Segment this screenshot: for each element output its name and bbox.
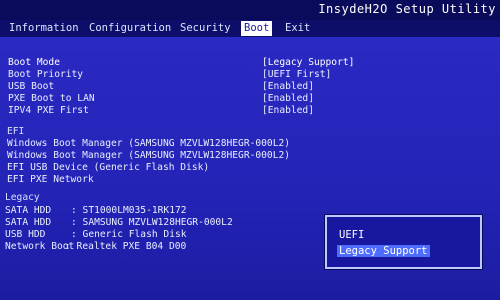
efi-boot-item[interactable]: EFI USB Device (Generic Flash Disk) <box>7 162 209 174</box>
setting-value[interactable]: [Enabled] <box>262 93 314 105</box>
setting-value[interactable]: [Enabled] <box>262 81 314 93</box>
setting-label: USB Boot <box>8 81 55 92</box>
legacy-device-type: Network Boot <box>5 241 75 252</box>
boot-mode-popup[interactable]: UEFI Legacy Support <box>325 215 482 269</box>
legacy-device-type: SATA HDD <box>5 205 52 216</box>
popup-option-uefi[interactable]: UEFI <box>337 229 366 241</box>
popup-option-legacy-support[interactable]: Legacy Support <box>337 245 430 257</box>
title-bar: InsydeH2O Setup Utility <box>0 0 500 20</box>
efi-boot-item[interactable]: Windows Boot Manager (SAMSUNG MZVLW128HE… <box>7 150 290 162</box>
efi-boot-item[interactable]: EFI PXE Network <box>7 174 94 186</box>
legacy-device-name: : Realtek PXE B04 D00 <box>65 241 187 252</box>
legacy-boot-item[interactable]: Network Boot : Realtek PXE B04 D00 <box>5 241 305 253</box>
setting-label: Boot Mode <box>8 57 60 68</box>
setting-value[interactable]: [Enabled] <box>262 105 314 117</box>
vendor-title: InsydeH2O Setup Utility <box>318 2 496 16</box>
legacy-boot-item[interactable]: USB HDD : Generic Flash Disk <box>5 229 305 241</box>
legacy-device-name: : Generic Flash Disk <box>71 229 187 240</box>
legacy-device-name: : ST1000LM035-1RK172 <box>71 205 187 216</box>
setting-label: Boot Priority <box>8 69 84 80</box>
setting-label: PXE Boot to LAN <box>8 93 95 104</box>
bios-screen: InsydeH2O Setup Utility Information Conf… <box>0 0 500 300</box>
setting-value[interactable]: [UEFI First] <box>262 69 331 81</box>
legacy-device-name: : SAMSUNG MZVLW128HEGR-000L2 <box>71 217 233 228</box>
setting-usb-boot[interactable]: USB Boot [Enabled] <box>8 81 488 93</box>
legacy-device-type: USB HDD <box>5 229 46 240</box>
legacy-heading: Legacy <box>5 192 40 203</box>
tab-security[interactable]: Security <box>177 21 234 36</box>
legacy-boot-item[interactable]: SATA HDD : ST1000LM035-1RK172 <box>5 205 305 217</box>
legacy-device-type: SATA HDD <box>5 217 52 228</box>
menu-bar: Information Configuration Security Boot … <box>0 20 500 37</box>
setting-boot-mode[interactable]: Boot Mode [Legacy Support] <box>8 57 488 69</box>
tab-configuration[interactable]: Configuration <box>86 21 174 36</box>
setting-boot-priority[interactable]: Boot Priority [UEFI First] <box>8 69 488 81</box>
setting-pxe-boot-lan[interactable]: PXE Boot to LAN [Enabled] <box>8 93 488 105</box>
legacy-boot-item[interactable]: SATA HDD : SAMSUNG MZVLW128HEGR-000L2 <box>5 217 305 229</box>
setting-label: IPV4 PXE First <box>8 105 89 116</box>
tab-boot[interactable]: Boot <box>241 21 273 36</box>
tab-information[interactable]: Information <box>6 21 82 36</box>
efi-boot-item[interactable]: Windows Boot Manager (SAMSUNG MZVLW128HE… <box>7 138 290 150</box>
efi-heading: EFI <box>7 126 25 137</box>
tab-exit[interactable]: Exit <box>282 21 313 36</box>
setting-ipv4-pxe-first[interactable]: IPV4 PXE First [Enabled] <box>8 105 488 117</box>
setting-value[interactable]: [Legacy Support] <box>262 57 354 69</box>
